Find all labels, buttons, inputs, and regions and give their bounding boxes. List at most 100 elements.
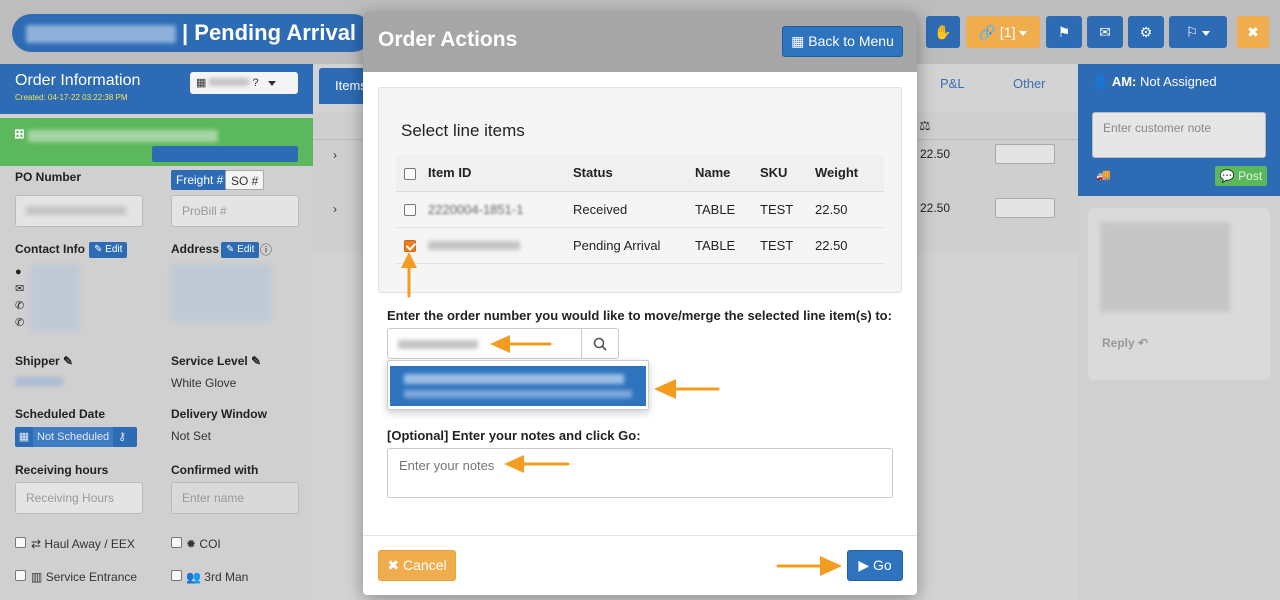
hold-button[interactable]: ✋ bbox=[926, 16, 960, 48]
cancel-button[interactable]: ✖ Cancel bbox=[378, 550, 456, 581]
edit-icon: ✎ bbox=[226, 244, 235, 255]
customer-note-input[interactable]: Enter customer note bbox=[1092, 112, 1266, 158]
back-to-menu-button[interactable]: ▦ Back to Menu bbox=[782, 26, 903, 57]
haul-away-checkbox[interactable] bbox=[15, 537, 26, 548]
redacted-suggestion bbox=[404, 390, 632, 398]
post-button[interactable]: 💬 Post bbox=[1215, 166, 1267, 186]
flag-button[interactable]: ⚑ bbox=[1046, 16, 1082, 48]
receiving-hours-label: Receiving hours bbox=[15, 463, 109, 477]
order-suggestions-dropdown bbox=[387, 360, 649, 410]
service-banner: ⊞ bbox=[0, 118, 313, 166]
cancel-label: Cancel bbox=[403, 557, 447, 573]
reply-link[interactable]: Reply ↶ bbox=[1102, 336, 1148, 350]
contact-edit-label: Edit bbox=[105, 244, 123, 255]
shipper-label: Shipper ✎ bbox=[15, 354, 74, 368]
link-icon: 🔗 bbox=[978, 24, 997, 40]
address-label: Address bbox=[171, 242, 220, 256]
weight-cell: 22.50 bbox=[815, 227, 884, 264]
column-header: Weight bbox=[815, 155, 884, 192]
go-label: Go bbox=[872, 557, 892, 573]
status-cell: Received bbox=[573, 191, 695, 228]
column-header: SKU bbox=[760, 155, 815, 192]
contact-info-label: Contact Info bbox=[15, 242, 85, 256]
users-icon: 👥 bbox=[186, 570, 201, 584]
panel-title: Select line items bbox=[401, 121, 525, 140]
link-button[interactable]: 🔗 [1] bbox=[966, 16, 1040, 48]
settings-button[interactable]: ⚙ bbox=[1128, 16, 1164, 48]
service-level-label: Service Level ✎ bbox=[171, 354, 262, 368]
link-count: [1] bbox=[999, 24, 1016, 40]
chevron-down-icon bbox=[1019, 30, 1028, 36]
go-button[interactable]: ▶ Go bbox=[847, 550, 903, 581]
row-checkbox[interactable] bbox=[404, 204, 416, 217]
service-entrance-checkbox[interactable] bbox=[15, 570, 26, 581]
comment-card bbox=[1088, 208, 1270, 380]
close-icon: ✖ bbox=[387, 557, 400, 573]
confirmed-with-label: Confirmed with bbox=[171, 463, 259, 477]
sku-cell: TEST bbox=[760, 227, 815, 264]
suggestion-item[interactable] bbox=[390, 366, 646, 406]
modal-title: Order Actions bbox=[378, 28, 518, 51]
row-actions[interactable] bbox=[995, 198, 1055, 218]
plus-square-icon[interactable]: ⊞ bbox=[14, 126, 25, 142]
third-man-checkbox[interactable] bbox=[171, 570, 182, 581]
coi-label: ✹ COI bbox=[186, 537, 221, 551]
expand-chevron-icon[interactable]: › bbox=[333, 148, 337, 162]
truck-icon[interactable]: 🚚 bbox=[1096, 168, 1111, 182]
probill-input[interactable]: ProBill # bbox=[171, 195, 299, 227]
info-badge[interactable] bbox=[152, 146, 298, 162]
retweet-icon: ⇄ bbox=[31, 537, 42, 551]
order-info-header: Order Information Created: 04-17-22 03:2… bbox=[0, 64, 313, 114]
search-icon bbox=[593, 337, 607, 351]
item-id-redacted bbox=[428, 240, 520, 250]
scheduled-date-control[interactable]: ▦ Not Scheduled ⚷ bbox=[15, 427, 137, 447]
confirmed-with-input[interactable]: Enter name bbox=[171, 482, 299, 514]
notes-textarea[interactable] bbox=[387, 448, 893, 498]
created-timestamp: Created: 04-17-22 03:22:38 PM bbox=[15, 93, 128, 102]
name-cell: TABLE bbox=[695, 227, 760, 264]
info-icon[interactable]: ⓘ bbox=[260, 241, 272, 258]
contact-edit-button[interactable]: ✎ Edit bbox=[89, 242, 128, 258]
po-number-input[interactable] bbox=[15, 195, 143, 227]
close-button[interactable]: ✖ bbox=[1237, 16, 1269, 48]
phone-icon: ✆ bbox=[15, 300, 25, 312]
redacted-order-number bbox=[398, 340, 478, 349]
expand-chevron-icon[interactable]: › bbox=[333, 202, 337, 216]
redacted-contact bbox=[30, 264, 80, 332]
edit-icon[interactable]: ✎ bbox=[251, 354, 261, 368]
am-value: Not Assigned bbox=[1139, 74, 1217, 89]
email-button[interactable]: ✉ bbox=[1087, 16, 1123, 48]
address-edit-button[interactable]: ✎ Edit bbox=[221, 242, 260, 258]
not-scheduled-value: Not Scheduled bbox=[33, 427, 114, 447]
chevron-down-icon bbox=[267, 80, 276, 86]
freight-toggle[interactable]: Freight # bbox=[171, 170, 229, 190]
coi-checkbox[interactable] bbox=[171, 537, 182, 548]
envelope-icon: ✉ bbox=[1099, 24, 1111, 40]
item-id-cell: 2220004-1851-1 bbox=[428, 191, 573, 228]
customer-note-box: Enter customer note 🚚 💬 Post bbox=[1078, 100, 1280, 196]
post-label: Post bbox=[1238, 169, 1263, 183]
select-all-cell bbox=[396, 155, 428, 192]
line-items-select-table: Item ID Status Name SKU Weight 2220004-1… bbox=[396, 155, 884, 264]
order-information-panel: Order Information Created: 04-17-22 03:2… bbox=[0, 64, 313, 600]
status-cell: Pending Arrival bbox=[573, 227, 695, 264]
reply-icon: ↶ bbox=[1138, 336, 1149, 350]
edit-icon[interactable]: ✎ bbox=[63, 354, 73, 368]
flag-route-icon: ⚐ bbox=[1185, 24, 1199, 40]
select-all-checkbox[interactable] bbox=[404, 167, 416, 180]
modal-header: Order Actions ▦ Back to Menu bbox=[363, 12, 917, 72]
tab-other[interactable]: Other bbox=[1013, 76, 1046, 91]
address-edit-label: Edit bbox=[237, 244, 255, 255]
row-actions[interactable] bbox=[995, 144, 1055, 164]
comment-icon: 💬 bbox=[1219, 169, 1235, 183]
so-toggle[interactable]: SO # bbox=[225, 170, 265, 190]
user-icon: 👤 bbox=[1092, 74, 1109, 89]
search-button[interactable] bbox=[581, 328, 619, 359]
receiving-hours-input[interactable]: Receiving Hours bbox=[15, 482, 143, 514]
calculator-select[interactable]: ▦ ? bbox=[190, 72, 298, 94]
po-number-label: PO Number bbox=[15, 170, 82, 184]
tab-pnl[interactable]: P&L bbox=[940, 76, 965, 91]
calculator-icon: ▦ bbox=[196, 77, 207, 89]
route-button[interactable]: ⚐ bbox=[1169, 16, 1227, 48]
key-icon[interactable]: ⚷ bbox=[113, 427, 131, 447]
